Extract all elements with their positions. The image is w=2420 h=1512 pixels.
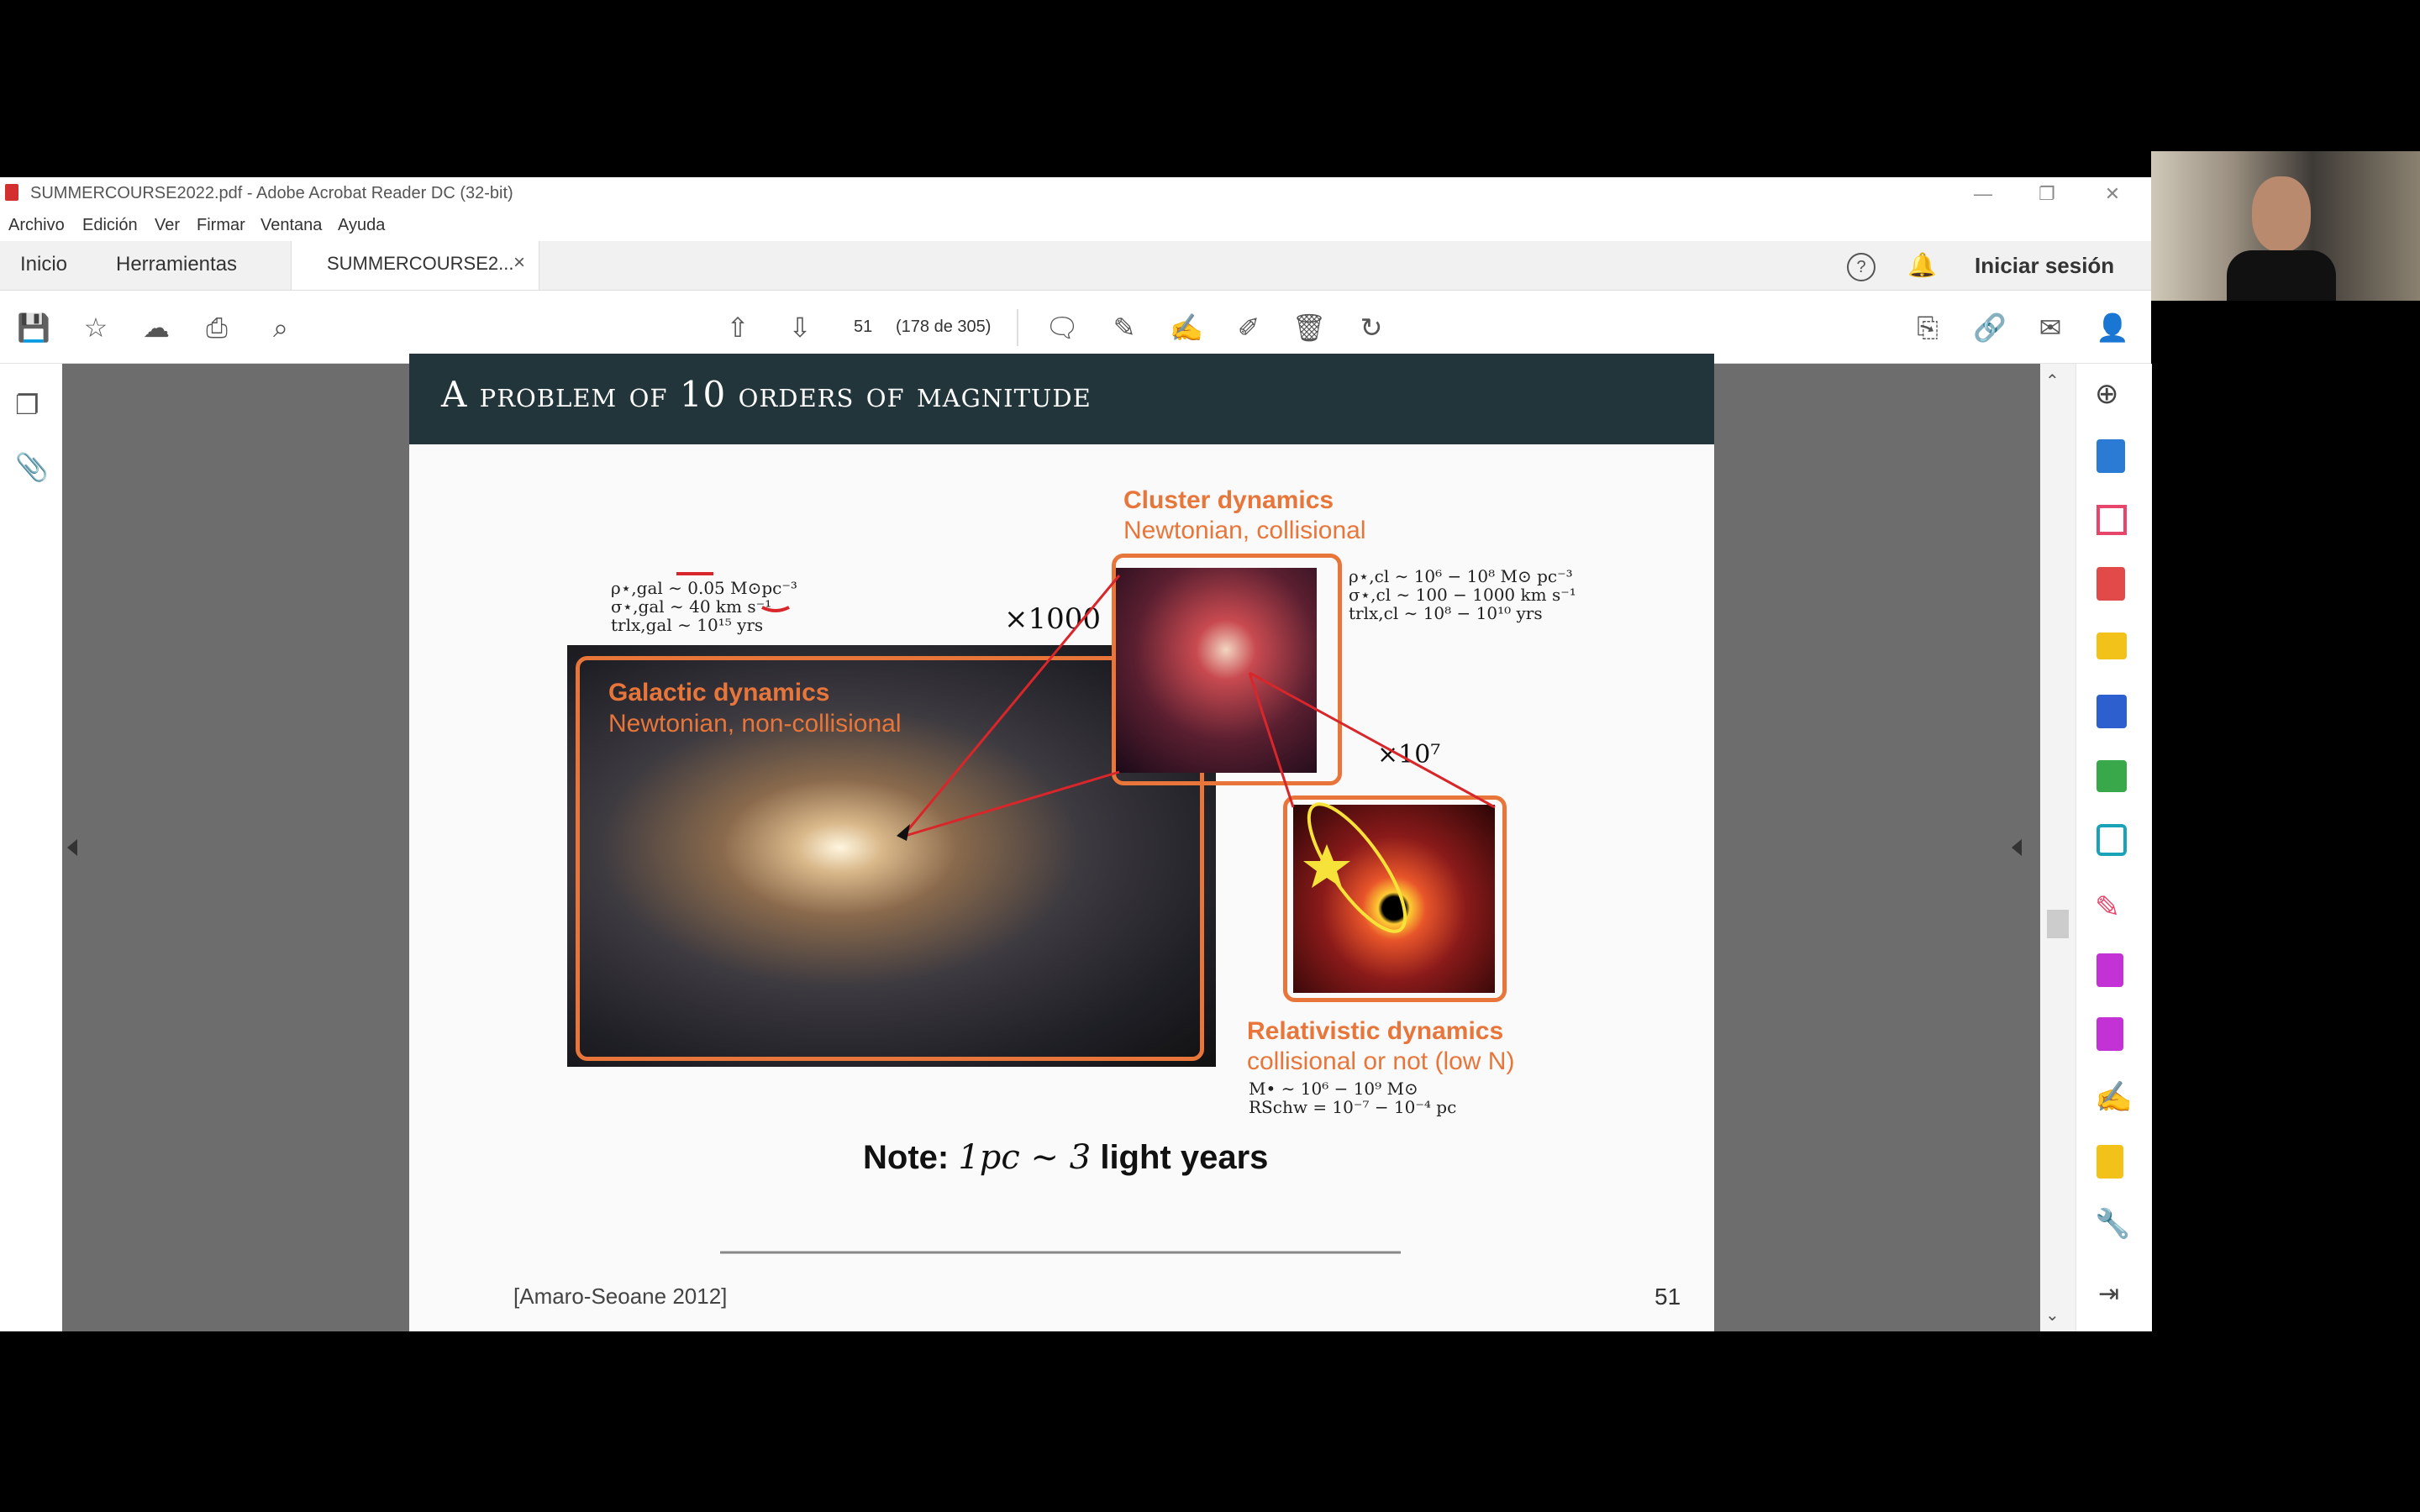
collapse-panel-icon[interactable]: ⇥ <box>2098 1279 2119 1309</box>
person-shirt <box>2227 250 2336 301</box>
toolbar-divider <box>1017 309 1018 346</box>
toolbar: 💾 ☆ ☁ ⎙ ⌕ ⇧ ⇩ 51 (178 de 305) 🗨 ✎ ✍ ✐ 🗑 … <box>0 291 2151 364</box>
menu-ver[interactable]: Ver <box>155 216 180 235</box>
tab-close-icon[interactable]: × <box>513 251 525 275</box>
scroll-up-arrow-icon[interactable]: ⌃ <box>2045 370 2060 391</box>
citation: [Amaro-Seoane 2012] <box>513 1284 728 1309</box>
edit-pdf-icon[interactable]: ✐ <box>1230 309 1267 346</box>
close-button[interactable]: ✕ <box>2096 181 2129 207</box>
more-tools-icon[interactable]: 🔧 <box>2095 1207 2130 1241</box>
request-signature-icon[interactable] <box>2096 1145 2123 1179</box>
page-count: (178 de 305) <box>896 318 992 336</box>
pdf-page: A problem of 10 orders of magnitude Gala… <box>409 354 1714 1331</box>
note-math: 1pc ∼ 3 <box>958 1138 1092 1177</box>
menu-edicion[interactable]: Edición <box>82 216 138 235</box>
connector-galaxy-cluster-top <box>901 575 1121 837</box>
add-user-icon[interactable]: 👤 <box>2094 309 2131 346</box>
signin-button[interactable]: Iniciar sesión <box>1975 253 2114 279</box>
zoom-in-icon[interactable]: ⊕ <box>2095 377 2119 411</box>
annotation-underline-2 <box>761 606 790 612</box>
collapse-left-arrow-icon[interactable] <box>67 839 77 856</box>
scroll-down-arrow-icon[interactable]: ⌄ <box>2045 1305 2060 1326</box>
connector-galaxy-cluster-bottom <box>902 770 1120 838</box>
scan-icon[interactable] <box>2096 824 2127 856</box>
fill-sign-icon[interactable]: ✎ <box>2095 890 2120 925</box>
right-tools-panel: ⊕ ✎ ✍ 🔧 ⇥ <box>2075 364 2152 1331</box>
note-text: light years <box>1100 1139 1269 1176</box>
orbit-ellipse <box>1307 802 1407 933</box>
star-icon <box>1303 844 1350 888</box>
left-navigation-panel: ❐ 📎 <box>0 364 63 1331</box>
star-icon[interactable]: ☆ <box>77 309 114 346</box>
print-icon[interactable]: ⎙ <box>198 309 235 346</box>
bell-icon[interactable]: 🔔 <box>1907 251 1937 279</box>
protect-icon[interactable] <box>2096 953 2123 987</box>
attachment-icon[interactable]: 📎 <box>15 451 49 483</box>
menu-firmar[interactable]: Firmar <box>197 216 245 235</box>
vertical-scrollbar[interactable]: ⌃ ⌄ <box>2012 364 2075 1331</box>
zoom-search-icon[interactable]: ⌕ <box>262 309 299 346</box>
page-up-icon[interactable]: ⇧ <box>719 309 756 346</box>
pages-thumbnail-icon[interactable]: ❐ <box>15 389 39 421</box>
tab-herramientas[interactable]: Herramientas <box>116 253 237 276</box>
organize-pages-icon[interactable] <box>2096 505 2127 535</box>
tab-document[interactable]: SUMMERCOURSE2... × <box>291 241 539 290</box>
cloud-upload-icon[interactable]: ☁ <box>138 309 175 346</box>
compress-icon[interactable] <box>2096 760 2127 792</box>
minimize-button[interactable]: — <box>1966 181 2000 207</box>
collapse-right-arrow-icon[interactable] <box>2012 839 2022 856</box>
page-down-icon[interactable]: ⇩ <box>781 309 818 346</box>
title-bar: SUMMERCOURSE2022.pdf - Adobe Acrobat Rea… <box>0 177 2151 211</box>
combine-files-icon[interactable] <box>2096 695 2127 728</box>
note-line: Note: 1pc ∼ 3 light years <box>863 1138 1268 1177</box>
pdf-app-icon <box>5 184 18 201</box>
page-number-input[interactable]: 51 <box>854 318 872 337</box>
export-pdf-icon[interactable]: ⎘ <box>1909 309 1946 346</box>
tab-inicio[interactable]: Inicio <box>20 253 67 276</box>
connector-lines <box>676 572 1496 1254</box>
delete-icon[interactable]: 🗑 <box>1291 309 1328 346</box>
highlight-pen-icon[interactable]: ✎ <box>1106 309 1143 346</box>
menu-archivo[interactable]: Archivo <box>8 216 65 235</box>
comment-tool-icon[interactable] <box>2096 633 2127 659</box>
export-icon[interactable] <box>2096 567 2125 601</box>
scroll-thumb[interactable] <box>2047 910 2069 938</box>
comment-icon[interactable]: 🗨 <box>1044 309 1081 346</box>
rotate-icon[interactable]: ↻ <box>1353 309 1390 346</box>
email-icon[interactable]: ✉ <box>2032 309 2069 346</box>
redact-icon[interactable] <box>2096 1017 2123 1051</box>
menu-bar: Archivo Edición Ver Firmar Ventana Ayuda <box>0 211 2151 241</box>
tab-document-label: SUMMERCOURSE2... <box>327 253 514 274</box>
save-icon[interactable]: 💾 <box>15 309 52 346</box>
person-face <box>2252 176 2311 252</box>
menu-ayuda[interactable]: Ayuda <box>338 216 385 235</box>
help-icon[interactable]: ? <box>1847 253 1876 281</box>
note-label: Note: <box>863 1139 950 1176</box>
create-pdf-icon[interactable] <box>2096 439 2125 473</box>
draw-icon[interactable]: ✍ <box>1168 309 1205 346</box>
tab-bar: Inicio Herramientas SUMMERCOURSE2... × ?… <box>0 241 2151 291</box>
link-icon[interactable]: 🔗 <box>1971 309 2008 346</box>
slide-page-number: 51 <box>1655 1284 1681 1310</box>
cursor-pointer-icon <box>897 824 910 841</box>
webcam-video <box>2151 151 2420 301</box>
send-for-signature-icon[interactable]: ✍ <box>2095 1079 2133 1115</box>
menu-ventana[interactable]: Ventana <box>260 216 322 235</box>
window-title: SUMMERCOURSE2022.pdf - Adobe Acrobat Rea… <box>30 184 513 202</box>
restore-button[interactable]: ❐ <box>2030 181 2064 207</box>
